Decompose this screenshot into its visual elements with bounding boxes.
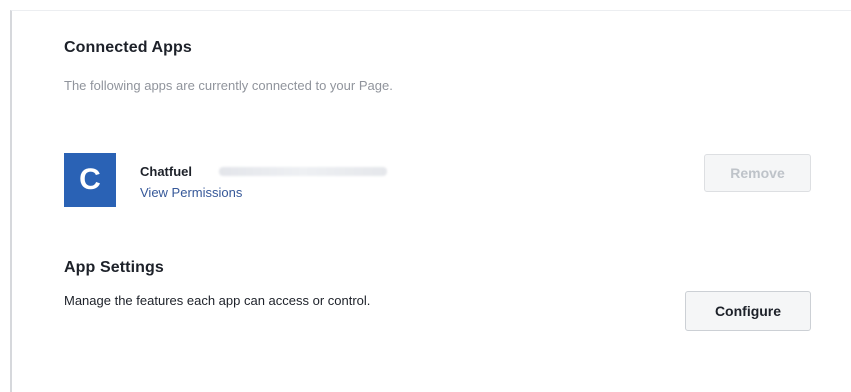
configure-button[interactable]: Configure [685, 291, 811, 331]
app-row-chatfuel: C Chatfuel View Permissions [64, 153, 814, 211]
connected-apps-panel: Connected Apps The following apps are cu… [10, 10, 851, 392]
redacted-app-id [219, 167, 387, 176]
app-settings-title: App Settings [64, 259, 164, 276]
chatfuel-app-icon: C [64, 153, 116, 207]
app-settings-description: Manage the features each app can access … [64, 293, 371, 308]
connected-apps-description: The following apps are currently connect… [64, 78, 393, 93]
app-name: Chatfuel [140, 164, 192, 179]
remove-button[interactable]: Remove [704, 154, 811, 192]
view-permissions-link[interactable]: View Permissions [140, 185, 242, 200]
connected-apps-title: Connected Apps [64, 39, 192, 56]
